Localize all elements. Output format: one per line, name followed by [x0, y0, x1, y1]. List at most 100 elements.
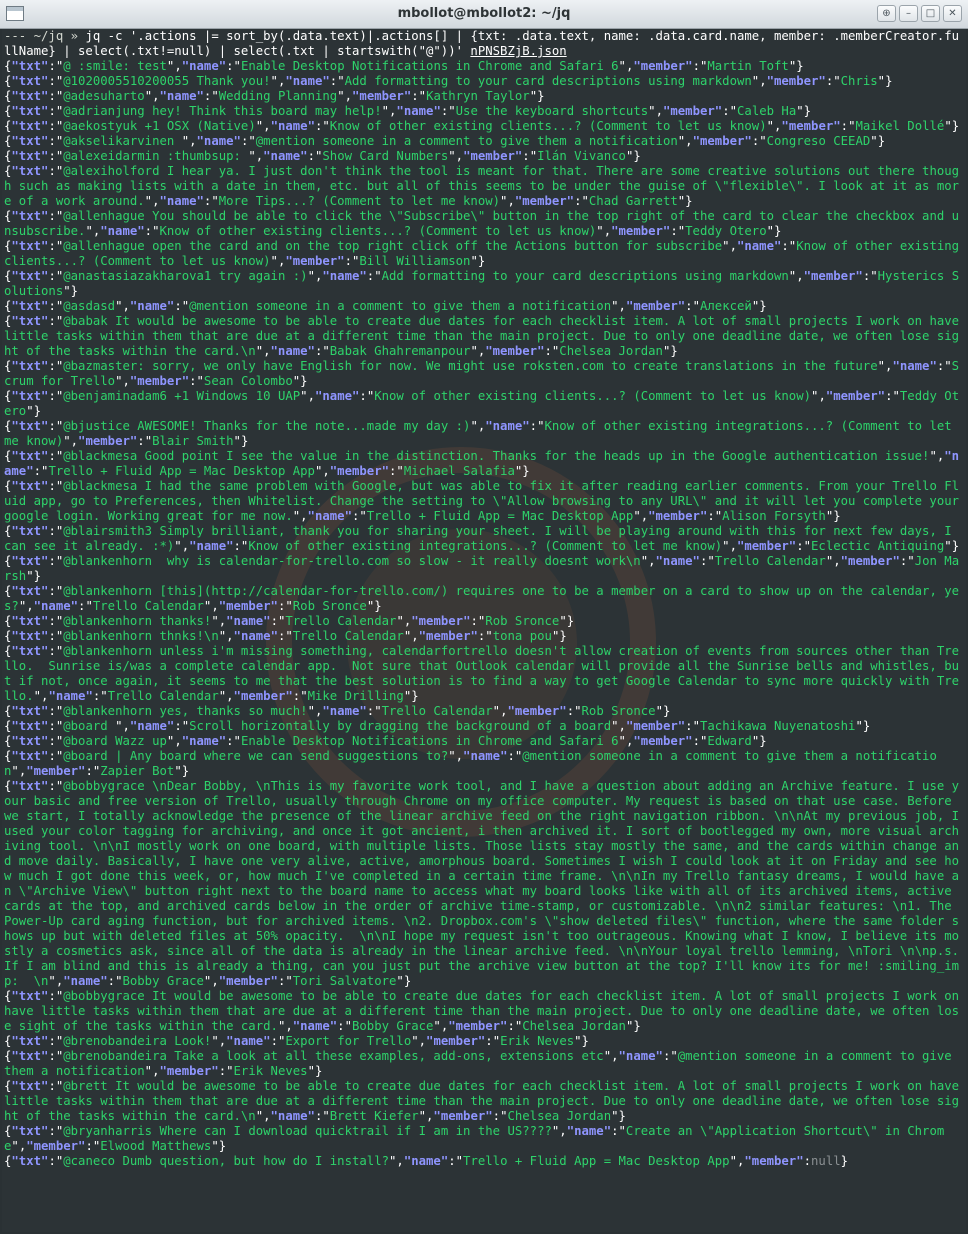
json-value: Trello Calendar [381, 704, 493, 718]
json-key: "member" [329, 464, 390, 478]
comma: , [796, 269, 804, 283]
output-row: {"txt":"@blankenhorn yes, thanks so much… [4, 704, 670, 718]
quote: " [729, 1154, 737, 1168]
quote: " [455, 1154, 464, 1168]
colon: : [85, 764, 93, 778]
maximize-icon[interactable]: □ [921, 5, 940, 22]
json-key: "member" [744, 1154, 804, 1168]
output-row: {"txt":"@blackmesa Good point I see the … [4, 449, 959, 478]
colon: : [270, 1034, 278, 1048]
json-key: "name" [736, 239, 782, 253]
quote: " [144, 194, 153, 208]
brace: } [618, 1109, 626, 1123]
title-bar[interactable]: mbollot@mbollot2: ~/jq ⊕ – □ ✕ [0, 0, 968, 29]
json-key: "name" [189, 539, 234, 553]
json-value: @board [63, 719, 116, 733]
output-row: {"txt":"@bobbygrace \nDear Bobby, \nThis… [4, 779, 966, 988]
json-value: @bryanharris Where can I download quickt… [63, 1124, 552, 1138]
quote: " [692, 299, 700, 313]
quote: " [581, 194, 589, 208]
output-row: {"txt":"@babak It would be awesome to be… [4, 314, 966, 358]
json-key: "member" [159, 1064, 219, 1078]
quote: " [255, 1109, 264, 1123]
output-row: {"txt":"@aekostyuk +1 OSX (Native)","nam… [4, 119, 959, 133]
json-key: "member" [233, 689, 293, 703]
comma: , [152, 89, 160, 103]
json-value: @akselikarvinen [63, 134, 182, 148]
colon: : [48, 164, 56, 178]
quote: " [559, 614, 567, 628]
json-value: Martin Toft [707, 59, 789, 73]
colon: : [226, 734, 234, 748]
window-controls: ⊕ – □ ✕ [877, 5, 962, 22]
colon: : [174, 299, 182, 313]
comma: , [618, 299, 626, 313]
brace: } [181, 764, 190, 778]
json-key: "member" [662, 104, 723, 118]
quote: " [574, 1034, 582, 1048]
quote: " [181, 719, 190, 733]
json-value: Know of other existing clients...? (Comm… [159, 224, 597, 238]
colon: : [529, 419, 538, 433]
json-key: "txt" [11, 1049, 49, 1063]
json-key: "txt" [11, 389, 49, 403]
json-key: "txt" [11, 554, 49, 568]
json-key: "txt" [11, 104, 49, 118]
json-value: Maikel Dollé [855, 119, 945, 133]
quote: " [655, 704, 663, 718]
json-key: "member" [507, 704, 567, 718]
json-key: "member" [418, 629, 478, 643]
quote: " [211, 1139, 219, 1153]
comma: , [648, 554, 656, 568]
colon: : [48, 269, 56, 283]
json-key: "member" [448, 1019, 508, 1033]
minimize-icon[interactable]: – [899, 5, 918, 22]
output-row: {"txt":"@adrianjung hey! Think this boar… [4, 104, 811, 118]
json-key: "name" [322, 269, 367, 283]
json-key: "txt" [11, 644, 49, 658]
quote: " [211, 89, 219, 103]
colon: : [48, 299, 56, 313]
quote: " [322, 119, 330, 133]
quote: " [529, 149, 538, 163]
close-icon[interactable]: ✕ [943, 5, 962, 22]
quote: " [907, 554, 915, 568]
json-key: "name" [270, 1109, 315, 1123]
quote: " [707, 554, 715, 568]
quote: " [85, 224, 93, 238]
output-row: {"txt":"@blankenhorn thanks!","name":"Tr… [4, 614, 574, 628]
json-value: @blankenhorn thnks!\n [63, 629, 219, 643]
json-key: "txt" [11, 1124, 49, 1138]
colon: : [781, 239, 789, 253]
quote: " [692, 719, 700, 733]
output-row: {"txt":"@caneco Dumb question, but how d… [4, 1154, 848, 1168]
brace: } [796, 59, 804, 73]
colon: : [48, 59, 56, 73]
colon: : [344, 254, 352, 268]
terminal-area[interactable]: --- ~/jq » jq -c '.actions |= sort_by(.d… [2, 29, 966, 1232]
quote: " [611, 299, 619, 313]
prompt-path: ~/jq [33, 29, 64, 43]
comma: , [263, 344, 271, 358]
colon: : [48, 644, 56, 658]
colon: : [48, 554, 56, 568]
quote: " [300, 689, 308, 703]
keep-above-icon[interactable]: ⊕ [877, 5, 896, 22]
json-key: "name" [655, 554, 700, 568]
json-value: Add formatting to your card descriptions… [344, 74, 752, 88]
brace: } [662, 704, 671, 718]
brace: } [803, 104, 812, 118]
output-row: {"txt":"@board ","name":"Scroll horizont… [4, 719, 870, 733]
quote: " [833, 74, 841, 88]
quote: " [307, 704, 315, 718]
colon: : [48, 209, 56, 223]
comma: , [396, 1154, 404, 1168]
json-value: Sean Colombo [203, 374, 293, 388]
json-value: @mention someone in a comment to give th… [255, 134, 678, 148]
comma: , [181, 539, 190, 553]
output-row: {"txt":"@1020005510200055 Thank you!","n… [4, 74, 892, 88]
quote: " [270, 74, 278, 88]
json-value: @asdasd [63, 299, 116, 313]
quote: " [285, 974, 293, 988]
quote: " [596, 224, 604, 238]
